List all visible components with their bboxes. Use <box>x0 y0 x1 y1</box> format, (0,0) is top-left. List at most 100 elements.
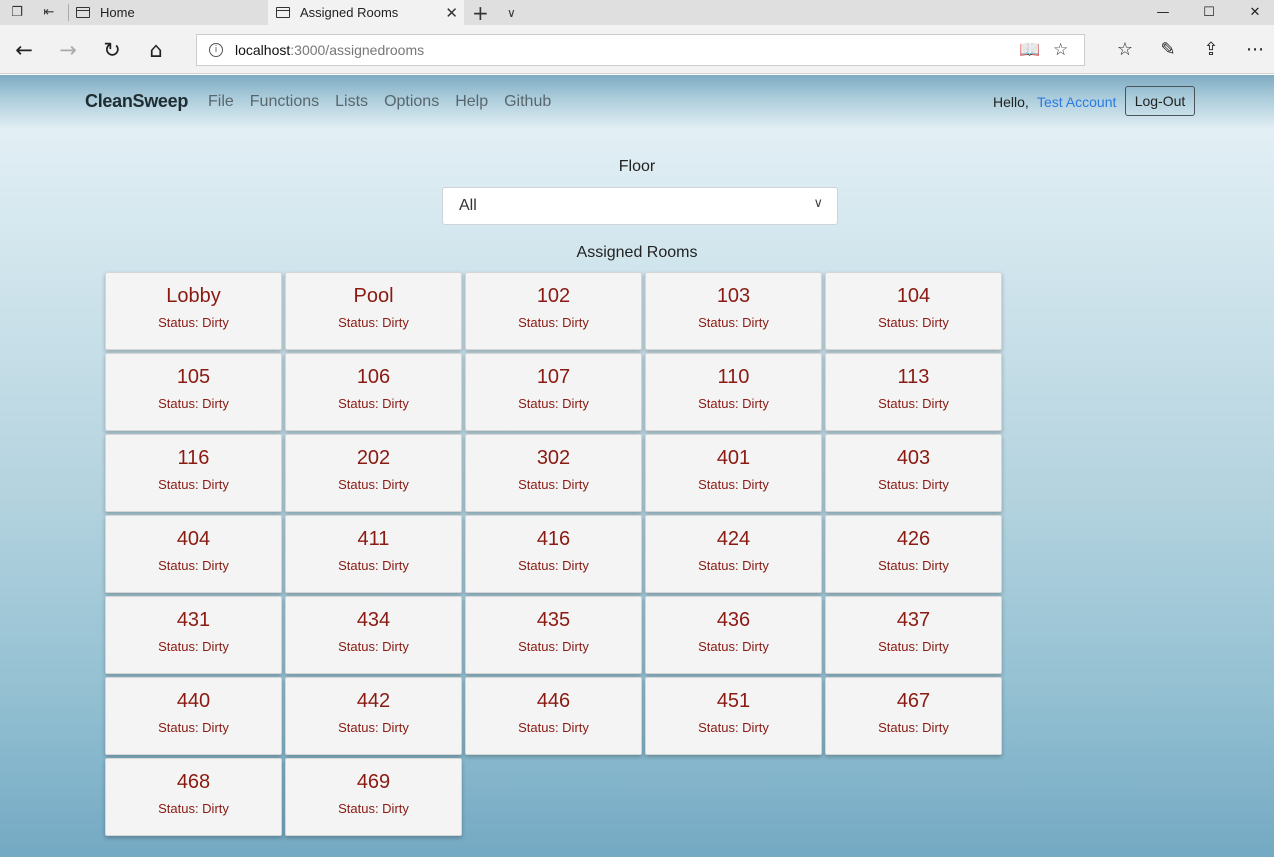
page: CleanSweep File Functions Lists Options … <box>0 75 1274 857</box>
room-card[interactable]: Lobby Status: Dirty <box>105 272 282 350</box>
more-icon[interactable]: ⋯ <box>1235 25 1274 74</box>
room-card[interactable]: 436 Status: Dirty <box>645 596 822 674</box>
reading-view-icon[interactable]: 📖 <box>1019 35 1040 65</box>
menu-github[interactable]: Github <box>504 93 551 111</box>
brand-logo[interactable]: CleanSweep <box>85 91 188 112</box>
tab-home[interactable]: Home <box>68 0 268 25</box>
room-card[interactable]: 403 Status: Dirty <box>825 434 1002 512</box>
window-close-icon[interactable]: ✕ <box>1232 0 1274 25</box>
menu-lists[interactable]: Lists <box>335 93 368 111</box>
maximize-icon[interactable]: ☐ <box>1186 0 1232 25</box>
account-link[interactable]: Test Account <box>1037 94 1116 110</box>
menu-options[interactable]: Options <box>384 93 439 111</box>
room-card[interactable]: 110 Status: Dirty <box>645 353 822 431</box>
room-card[interactable]: 451 Status: Dirty <box>645 677 822 755</box>
room-card[interactable]: 103 Status: Dirty <box>645 272 822 350</box>
room-card[interactable]: 411 Status: Dirty <box>285 515 462 593</box>
room-card[interactable]: 105 Status: Dirty <box>105 353 282 431</box>
room-name: 446 <box>536 690 571 712</box>
back-icon[interactable]: ← <box>4 25 44 74</box>
tab-manager-icon[interactable]: ❐ <box>2 0 32 25</box>
room-status: Status: Dirty <box>158 477 229 492</box>
room-status: Status: Dirty <box>338 315 409 330</box>
room-status: Status: Dirty <box>698 558 769 573</box>
room-name: 107 <box>536 366 571 388</box>
room-card[interactable]: 404 Status: Dirty <box>105 515 282 593</box>
room-card[interactable]: 442 Status: Dirty <box>285 677 462 755</box>
menu-help[interactable]: Help <box>455 93 488 111</box>
room-name: 106 <box>356 366 391 388</box>
room-card[interactable]: 426 Status: Dirty <box>825 515 1002 593</box>
room-card[interactable]: 107 Status: Dirty <box>465 353 642 431</box>
room-status: Status: Dirty <box>878 315 949 330</box>
room-card[interactable]: 469 Status: Dirty <box>285 758 462 836</box>
favorites-icon[interactable]: ☆ <box>1105 25 1145 74</box>
new-tab-icon[interactable]: + <box>472 0 489 25</box>
room-card[interactable]: 401 Status: Dirty <box>645 434 822 512</box>
greeting: Hello, <box>993 94 1029 110</box>
room-card[interactable]: 102 Status: Dirty <box>465 272 642 350</box>
room-name: 437 <box>896 609 931 631</box>
minimize-icon[interactable]: — <box>1140 0 1186 25</box>
room-status: Status: Dirty <box>158 801 229 816</box>
room-name: 440 <box>176 690 211 712</box>
close-icon[interactable]: ✕ <box>445 0 458 25</box>
room-card[interactable]: 434 Status: Dirty <box>285 596 462 674</box>
room-status: Status: Dirty <box>518 558 589 573</box>
home-icon[interactable]: ⌂ <box>136 25 176 74</box>
tab-assigned-rooms[interactable]: Assigned Rooms ✕ <box>268 0 464 25</box>
room-card[interactable]: 468 Status: Dirty <box>105 758 282 836</box>
room-card[interactable]: 446 Status: Dirty <box>465 677 642 755</box>
room-status: Status: Dirty <box>158 639 229 654</box>
pen-icon[interactable]: ✎ <box>1148 25 1188 74</box>
room-name: 401 <box>716 447 751 469</box>
url-host: localhost <box>235 42 291 58</box>
room-status: Status: Dirty <box>518 315 589 330</box>
favorite-star-icon[interactable]: ☆ <box>1053 35 1068 65</box>
address-bar[interactable]: i localhost :3000/assignedrooms 📖 ☆ <box>196 34 1085 66</box>
room-card[interactable]: 202 Status: Dirty <box>285 434 462 512</box>
room-name: 202 <box>356 447 391 469</box>
room-card[interactable]: 437 Status: Dirty <box>825 596 1002 674</box>
room-name: 403 <box>896 447 931 469</box>
forward-icon[interactable]: → <box>48 25 88 74</box>
room-name: 110 <box>717 366 750 388</box>
room-status: Status: Dirty <box>518 720 589 735</box>
room-card[interactable]: 113 Status: Dirty <box>825 353 1002 431</box>
tab-label: Home <box>100 5 135 20</box>
page-icon <box>276 7 290 18</box>
room-card[interactable]: 416 Status: Dirty <box>465 515 642 593</box>
room-name: 468 <box>176 771 211 793</box>
floor-select-value: All <box>459 197 477 214</box>
room-card[interactable]: 302 Status: Dirty <box>465 434 642 512</box>
floor-label: Floor <box>618 158 656 175</box>
room-card[interactable]: 467 Status: Dirty <box>825 677 1002 755</box>
url-path: :3000/assignedrooms <box>290 42 425 58</box>
set-tabs-aside-icon[interactable]: ⇤ <box>34 0 64 25</box>
room-card[interactable]: 116 Status: Dirty <box>105 434 282 512</box>
logout-button[interactable]: Log-Out <box>1125 86 1195 116</box>
room-card[interactable]: 440 Status: Dirty <box>105 677 282 755</box>
room-name: 442 <box>356 690 391 712</box>
room-status: Status: Dirty <box>158 558 229 573</box>
room-status: Status: Dirty <box>698 315 769 330</box>
room-status: Status: Dirty <box>518 477 589 492</box>
room-card[interactable]: 424 Status: Dirty <box>645 515 822 593</box>
refresh-icon[interactable]: ↻ <box>92 25 132 74</box>
room-status: Status: Dirty <box>338 639 409 654</box>
room-card[interactable]: Pool Status: Dirty <box>285 272 462 350</box>
room-status: Status: Dirty <box>518 396 589 411</box>
menu-file[interactable]: File <box>208 93 234 111</box>
chevron-down-icon[interactable]: ∨ <box>507 0 516 25</box>
share-icon[interactable]: ⇪ <box>1191 25 1231 74</box>
info-icon[interactable]: i <box>209 43 223 57</box>
room-card[interactable]: 435 Status: Dirty <box>465 596 642 674</box>
menu-functions[interactable]: Functions <box>250 93 319 111</box>
room-card[interactable]: 104 Status: Dirty <box>825 272 1002 350</box>
floor-select[interactable]: All ∨ <box>442 187 838 225</box>
room-status: Status: Dirty <box>338 801 409 816</box>
room-name: 102 <box>536 285 571 307</box>
room-status: Status: Dirty <box>878 396 949 411</box>
room-card[interactable]: 431 Status: Dirty <box>105 596 282 674</box>
room-card[interactable]: 106 Status: Dirty <box>285 353 462 431</box>
